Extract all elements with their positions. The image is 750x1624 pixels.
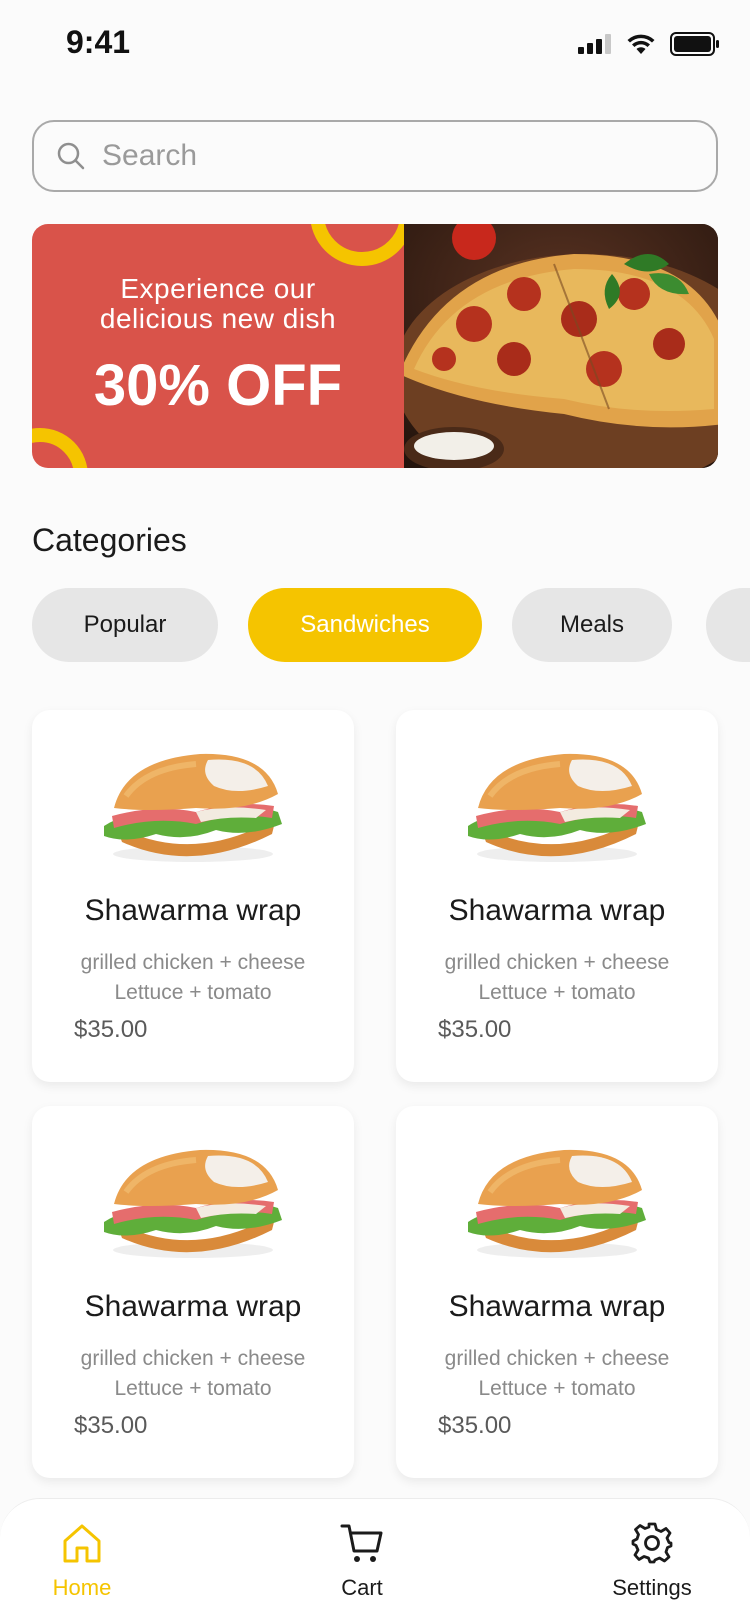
nav-label: Settings: [612, 1575, 692, 1600]
nav-item-cart[interactable]: Cart: [292, 1521, 432, 1601]
pizza-image: [404, 224, 718, 468]
product-card[interactable]: Shawarma wrap grilled chicken + cheese L…: [396, 1106, 718, 1478]
product-description-line: grilled chicken + cheese: [80, 1347, 306, 1370]
product-price: $35.00: [74, 1412, 148, 1439]
category-chip-popular[interactable]: Popular: [32, 588, 218, 662]
categories-title: Categories: [32, 522, 187, 558]
wifi-icon: [627, 34, 655, 54]
home-icon: [63, 1524, 101, 1563]
promo-subtitle-line: Experience our: [120, 273, 316, 304]
nav-item-settings[interactable]: Settings: [582, 1521, 722, 1601]
product-card[interactable]: Shawarma wrap grilled chicken + cheese L…: [396, 710, 718, 1082]
product-description-line: Lettuce + tomato: [114, 1377, 272, 1400]
product-description-line: Lettuce + tomato: [478, 1377, 636, 1400]
promo-subtitle-line: delicious new dish: [99, 303, 337, 334]
status-icons: [578, 32, 720, 56]
product-card[interactable]: Shawarma wrap grilled chicken + cheese L…: [32, 710, 354, 1082]
category-chip-sandwiches[interactable]: Sandwiches: [248, 588, 482, 662]
status-bar: 9:41: [0, 0, 750, 90]
signal-icon: [578, 34, 611, 54]
decorative-ring: [32, 428, 88, 468]
status-time: 9:41: [66, 24, 131, 60]
product-description: grilled chicken + cheese Lettuce + tomat…: [32, 948, 354, 1008]
search-bar[interactable]: [32, 120, 718, 192]
sandwich-image: [468, 753, 646, 862]
gear-icon: [631, 1522, 673, 1564]
battery-icon: [670, 32, 719, 56]
product-description-line: grilled chicken + cheese: [80, 951, 306, 974]
product-name: Shawarma wrap: [84, 894, 302, 927]
search-icon: [57, 142, 85, 170]
decorative-ring: [310, 224, 404, 266]
product-price: $35.00: [438, 1412, 512, 1439]
nav-label: Cart: [341, 1575, 383, 1600]
product-description: grilled chicken + cheese Lettuce + tomat…: [396, 948, 718, 1008]
product-description: grilled chicken + cheese Lettuce + tomat…: [396, 1344, 718, 1404]
product-description-line: Lettuce + tomato: [114, 981, 272, 1004]
promo-banner[interactable]: Experience our delicious new dish 30% OF…: [32, 224, 718, 468]
sandwich-image: [104, 753, 282, 862]
cart-icon: [340, 1524, 383, 1562]
bottom-nav: Home Cart Settings: [0, 1498, 750, 1624]
category-chips: Popular Sandwiches Meals: [32, 588, 750, 662]
product-price: $35.00: [74, 1016, 148, 1043]
promo-subtitle: Experience our delicious new dish: [32, 274, 404, 334]
sandwich-image: [104, 1149, 282, 1258]
product-description-line: grilled chicken + cheese: [444, 951, 670, 974]
nav-item-home[interactable]: Home: [12, 1521, 152, 1601]
promo-banner-text-panel: Experience our delicious new dish 30% OF…: [32, 224, 404, 468]
product-description-line: Lettuce + tomato: [478, 981, 636, 1004]
product-name: Shawarma wrap: [448, 894, 666, 927]
nav-label: Home: [52, 1575, 112, 1600]
product-description-line: grilled chicken + cheese: [444, 1347, 670, 1370]
product-price: $35.00: [438, 1016, 512, 1043]
search-input[interactable]: [102, 139, 682, 173]
promo-headline: 30% OFF: [93, 353, 343, 418]
product-description: grilled chicken + cheese Lettuce + tomat…: [32, 1344, 354, 1404]
product-card[interactable]: Shawarma wrap grilled chicken + cheese L…: [32, 1106, 354, 1478]
sandwich-image: [468, 1149, 646, 1258]
product-name: Shawarma wrap: [84, 1290, 302, 1323]
category-chip-more[interactable]: [706, 588, 750, 662]
product-name: Shawarma wrap: [448, 1290, 666, 1323]
category-chip-meals[interactable]: Meals: [512, 588, 672, 662]
